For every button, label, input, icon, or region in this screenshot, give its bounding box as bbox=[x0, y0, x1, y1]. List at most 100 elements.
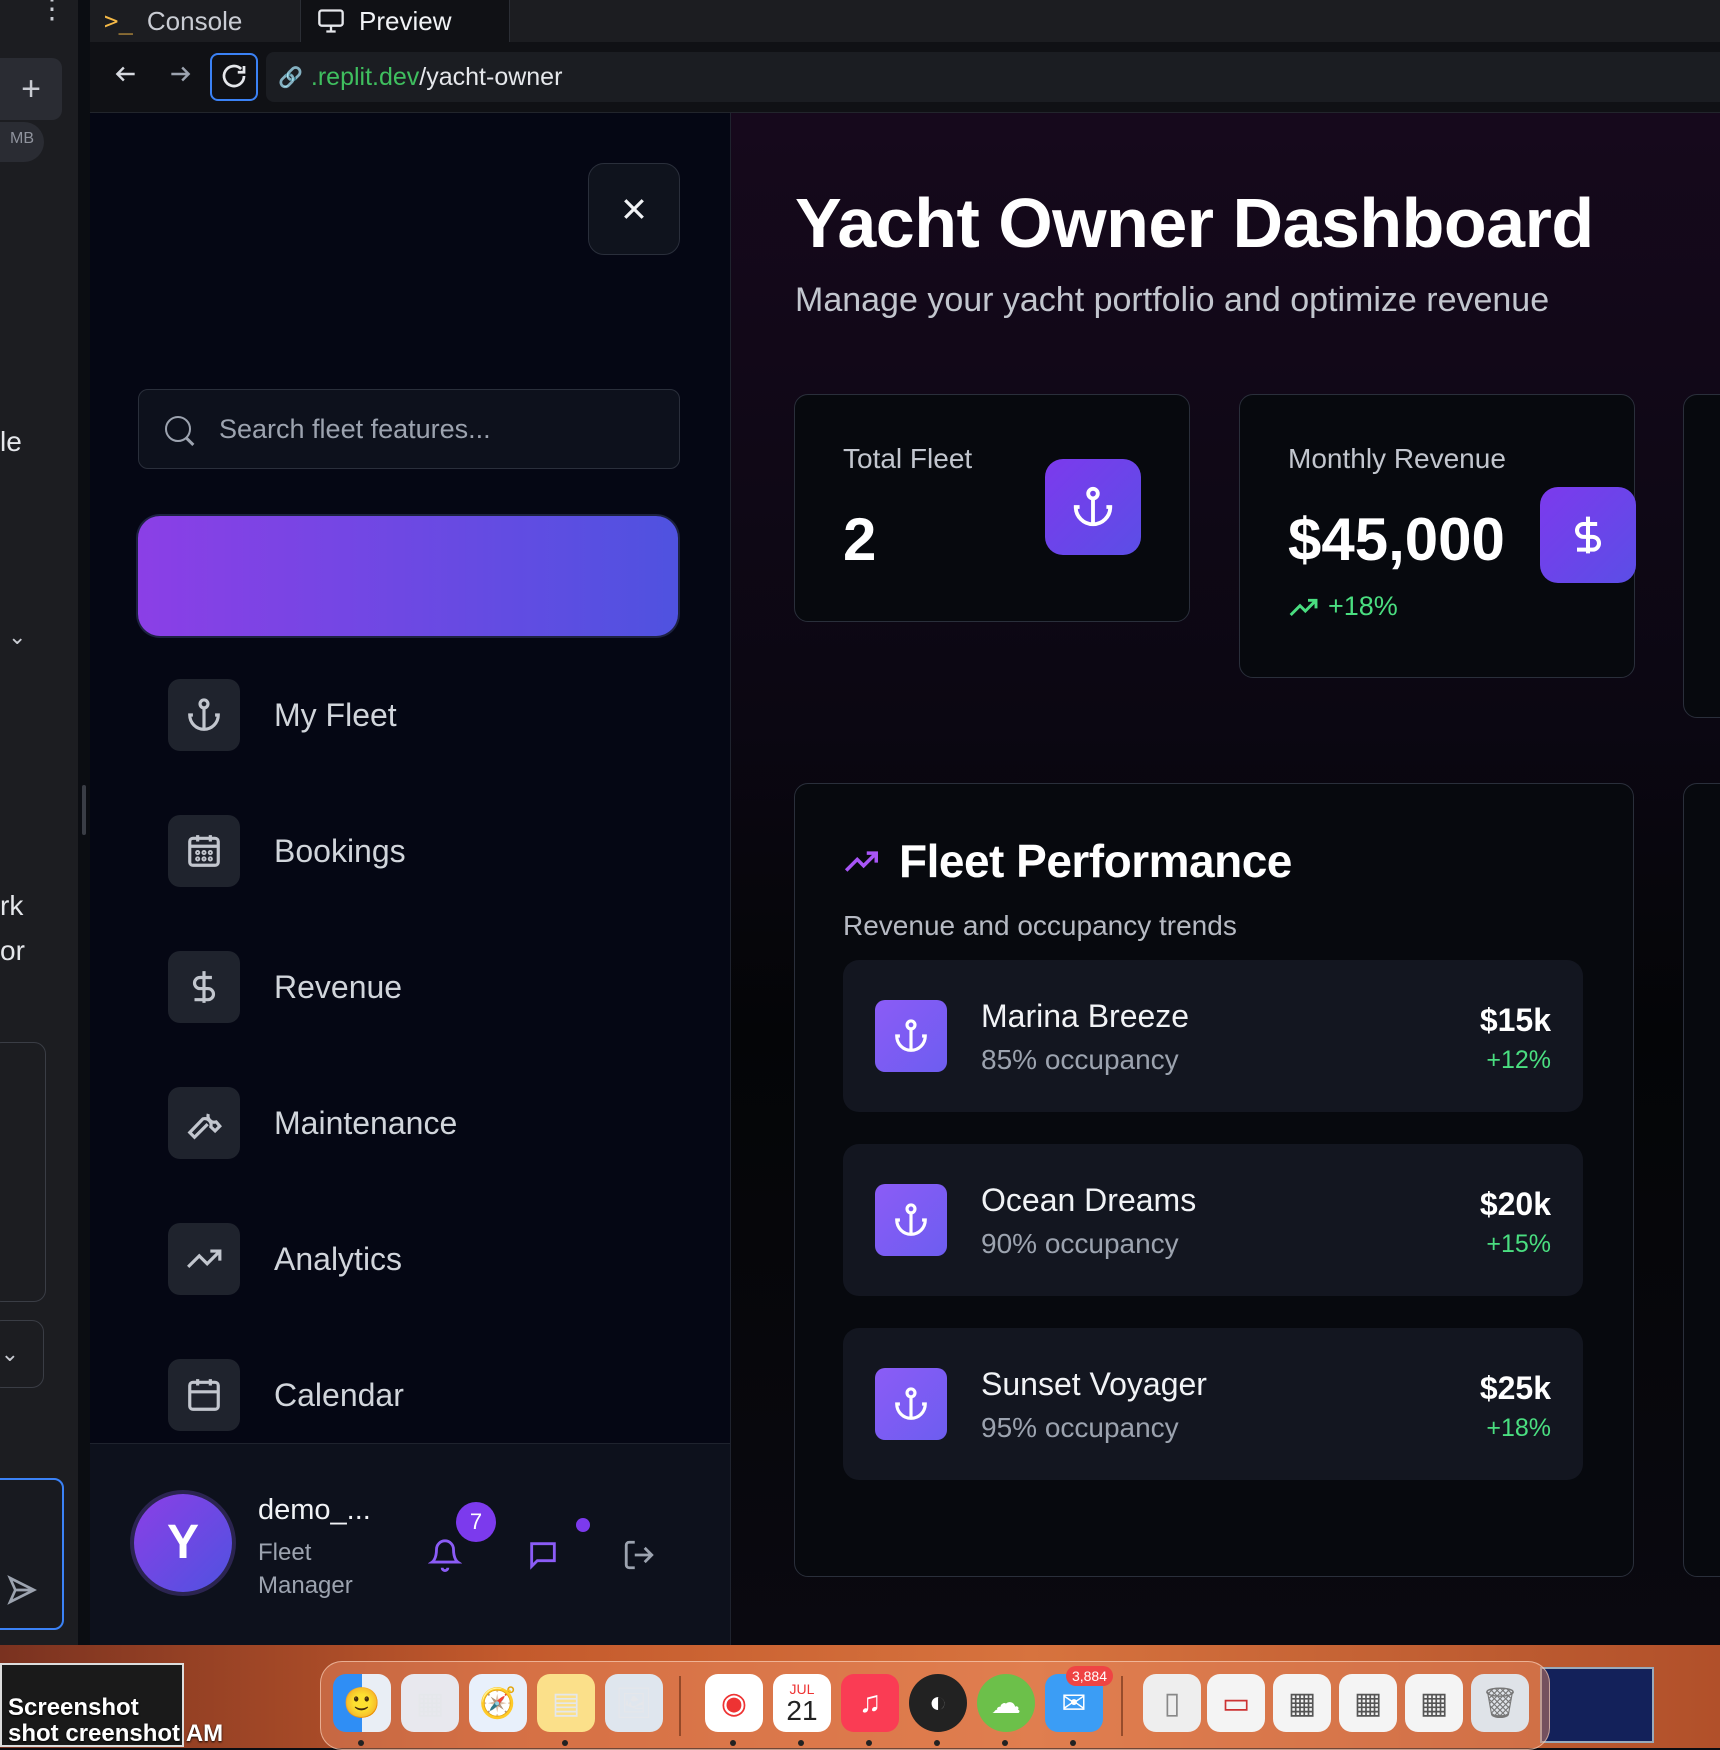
yacht-revenue: $20k bbox=[1479, 1186, 1551, 1222]
revenue-trend: +18% bbox=[1288, 591, 1398, 622]
search-field[interactable] bbox=[138, 389, 680, 469]
sidebar-nav: My Fleet Bookings Revenue Maintenance An… bbox=[168, 679, 457, 1495]
stat-value: 2 bbox=[843, 506, 877, 573]
dock-divider bbox=[679, 1676, 681, 1736]
chrome-icon[interactable]: ◉ bbox=[705, 1674, 763, 1732]
yacht-name: Sunset Voyager bbox=[981, 1366, 1207, 1402]
workspace-avatar[interactable]: MB bbox=[0, 122, 44, 162]
launchpad-icon[interactable]: ▦ bbox=[401, 1674, 459, 1732]
sidebar-item-label: Maintenance bbox=[274, 1104, 458, 1141]
workspace-dropdown[interactable]: ⌄ bbox=[0, 1320, 44, 1388]
notifications-button[interactable] bbox=[427, 1538, 463, 1577]
sidebar-item-revenue[interactable]: Revenue bbox=[168, 951, 457, 1023]
calendar-app-icon[interactable]: JUL 21 bbox=[773, 1674, 831, 1732]
music-icon[interactable]: ♫ bbox=[841, 1674, 899, 1732]
sidebar-item-label: Calendar bbox=[274, 1376, 404, 1413]
primary-action-button[interactable] bbox=[138, 516, 678, 636]
yacht-growth: +12% bbox=[1486, 1046, 1551, 1074]
more-options-icon[interactable]: ⋮ bbox=[38, 0, 66, 23]
truncated-text: or bbox=[0, 935, 25, 966]
desktop-window-thumbnail[interactable] bbox=[1540, 1667, 1654, 1743]
running-indicator bbox=[1070, 1740, 1076, 1746]
yacht-revenue: $25k bbox=[1479, 1370, 1551, 1406]
url-bar: 🔗 .replit.dev /yacht-owner bbox=[90, 42, 1720, 113]
arrow-left-icon bbox=[115, 66, 135, 82]
trash-icon[interactable]: 🗑 bbox=[1471, 1674, 1529, 1732]
calendar-grid-icon bbox=[168, 815, 240, 887]
folder-icon[interactable]: ▦ bbox=[1339, 1674, 1397, 1732]
avatar[interactable]: Y bbox=[134, 1494, 232, 1592]
forward-button[interactable] bbox=[158, 56, 202, 100]
close-sidebar-button[interactable] bbox=[588, 163, 680, 255]
running-indicator bbox=[866, 1740, 872, 1746]
tab-preview[interactable]: Preview bbox=[300, 0, 511, 42]
dollar-icon bbox=[1540, 487, 1636, 583]
notification-badge: 7 bbox=[456, 1502, 496, 1542]
yacht-row[interactable]: Sunset Voyager 95% occupancy $25k +18% bbox=[843, 1328, 1583, 1480]
running-indicator bbox=[1002, 1740, 1008, 1746]
finder-icon[interactable]: 🙂 bbox=[333, 1674, 391, 1732]
stat-card-partial bbox=[1683, 394, 1720, 718]
chevron-down-icon[interactable]: ⌄ bbox=[8, 624, 26, 650]
dollar-icon bbox=[168, 951, 240, 1023]
cloud-icon[interactable]: ☁ bbox=[977, 1674, 1035, 1732]
messages-button[interactable] bbox=[526, 1538, 560, 1577]
tab-label: Console bbox=[146, 5, 243, 36]
mail-icon[interactable]: ✉ 3,884 bbox=[1045, 1666, 1113, 1732]
sidebar-item-analytics[interactable]: Analytics bbox=[168, 1223, 457, 1295]
running-indicator bbox=[798, 1740, 804, 1746]
document-icon[interactable]: ▯ bbox=[1143, 1674, 1201, 1732]
unread-indicator bbox=[576, 1518, 590, 1532]
yacht-name: Marina Breeze bbox=[981, 998, 1190, 1034]
stat-label: Total Fleet bbox=[843, 443, 973, 474]
yacht-occupancy: 95% occupancy bbox=[981, 1412, 1179, 1443]
panel-resize-handle[interactable] bbox=[82, 785, 86, 835]
workspace-panel bbox=[0, 1042, 46, 1302]
yacht-row[interactable]: Marina Breeze 85% occupancy $15k +12% bbox=[843, 960, 1583, 1112]
file-label-line: creenshot bbox=[65, 1720, 181, 1747]
sidebar-item-maintenance[interactable]: Maintenance bbox=[168, 1087, 457, 1159]
user-role: Fleet Manager bbox=[258, 1539, 353, 1599]
preview-icon[interactable]: 🖼 bbox=[605, 1674, 663, 1732]
tab-console[interactable]: >_ Console bbox=[104, 0, 242, 42]
chat-input-box[interactable] bbox=[0, 1478, 64, 1630]
logout-button[interactable] bbox=[622, 1538, 656, 1577]
app-icon[interactable]: ◐ bbox=[909, 1674, 967, 1732]
trending-up-icon bbox=[168, 1223, 240, 1295]
yacht-occupancy: 85% occupancy bbox=[981, 1044, 1179, 1075]
yacht-row[interactable]: Ocean Dreams 90% occupancy $20k +15% bbox=[843, 1144, 1583, 1296]
sidebar-item-calendar[interactable]: Calendar bbox=[168, 1359, 457, 1431]
reload-button[interactable] bbox=[210, 53, 258, 101]
folder-icon[interactable]: ▦ bbox=[1273, 1674, 1331, 1732]
arrow-right-icon bbox=[171, 66, 191, 82]
sidebar-item-label: Analytics bbox=[274, 1240, 403, 1277]
new-tab-button[interactable]: + bbox=[0, 58, 62, 120]
calendar-icon bbox=[168, 1359, 240, 1431]
card-header: Fleet Performance bbox=[843, 834, 1292, 888]
search-input[interactable] bbox=[217, 412, 661, 446]
sidebar-item-bookings[interactable]: Bookings bbox=[168, 815, 457, 887]
user-panel: Y demo_... Fleet Manager 7 bbox=[90, 1443, 730, 1646]
yacht-occupancy: 90% occupancy bbox=[981, 1228, 1179, 1259]
running-indicator bbox=[730, 1740, 736, 1746]
sidebar: My Fleet Bookings Revenue Maintenance An… bbox=[90, 113, 731, 1646]
notes-icon[interactable]: ▤ bbox=[537, 1674, 595, 1732]
safari-icon[interactable]: 🧭 bbox=[469, 1674, 527, 1732]
folder-icon[interactable]: ▭ bbox=[1207, 1674, 1265, 1732]
trending-up-icon bbox=[844, 851, 878, 872]
stat-value: $45,000 bbox=[1288, 506, 1505, 573]
user-name: demo_... bbox=[258, 1494, 371, 1526]
back-button[interactable] bbox=[104, 56, 148, 100]
folder-icon[interactable]: ▦ bbox=[1405, 1674, 1463, 1732]
address-field[interactable]: 🔗 .replit.dev /yacht-owner bbox=[266, 52, 1720, 102]
file-label-line: shot bbox=[8, 1720, 59, 1747]
desktop-file-label[interactable]: Screenshot shot creenshot AM bbox=[8, 1695, 223, 1747]
monitor-icon bbox=[318, 9, 344, 33]
sidebar-item-my-fleet[interactable]: My Fleet bbox=[168, 679, 457, 751]
yacht-growth: +15% bbox=[1486, 1230, 1551, 1258]
anchor-icon bbox=[1045, 459, 1141, 555]
file-label-line: Screenshot bbox=[8, 1694, 139, 1721]
send-icon[interactable] bbox=[6, 1574, 38, 1606]
trend-value: +18% bbox=[1328, 591, 1398, 621]
terminal-icon: >_ bbox=[104, 7, 133, 35]
